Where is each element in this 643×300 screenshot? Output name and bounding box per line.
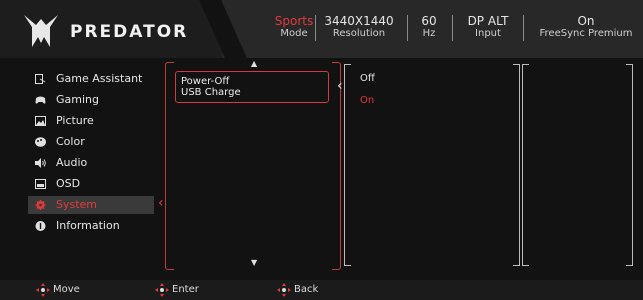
menu-item-label: Color	[56, 135, 85, 148]
menu-item-label: Audio	[56, 156, 88, 169]
status-freesync: On FreeSync Premium	[530, 14, 642, 40]
menu-item-label: OSD	[56, 177, 81, 190]
status-input-label: Input	[475, 28, 501, 39]
menu-item-gaming[interactable]: Gaming	[28, 91, 154, 109]
dpad-icon	[277, 283, 291, 297]
game-assistant-icon	[35, 74, 46, 84]
info-icon	[35, 221, 46, 231]
menu-item-audio[interactable]: Audio	[28, 154, 154, 172]
status-mode-label: Mode	[280, 28, 308, 39]
brand-name: PREDATOR	[70, 22, 189, 42]
menu-item-picture[interactable]: Picture	[28, 112, 154, 130]
menu-item-information[interactable]: Information	[28, 217, 154, 235]
gamepad-icon	[35, 96, 46, 104]
dpad-icon	[155, 283, 169, 297]
palette-icon	[35, 137, 46, 147]
menu-item-system[interactable]: System	[28, 196, 154, 214]
footer-label: Enter	[172, 284, 199, 295]
detail-bracket-right	[626, 64, 633, 266]
status-refresh-value: 60	[421, 14, 437, 28]
submenu-bracket-left	[165, 62, 174, 270]
options-bracket-left	[344, 64, 351, 266]
menu-item-color[interactable]: Color	[28, 133, 154, 151]
submenu-label-line1: Power-Off	[181, 76, 230, 87]
status-freesync-value: On	[577, 14, 595, 28]
osd-icon	[35, 179, 46, 189]
status-divider	[523, 15, 524, 41]
menu-item-game-assistant[interactable]: Game Assistant	[28, 70, 154, 88]
menu-item-label: Game Assistant	[56, 72, 143, 85]
status-refresh-label: Hz	[422, 28, 436, 39]
status-mode-value: Sports	[274, 14, 314, 28]
status-divider	[452, 15, 453, 41]
scroll-up-arrow-icon[interactable]: ▲	[251, 59, 257, 68]
status-resolution: 3440X1440 Resolution	[318, 14, 400, 40]
status-resolution-value: 3440X1440	[324, 14, 394, 28]
options-bracket-right	[513, 64, 520, 266]
submenu-chevron-icon: ‹	[337, 78, 343, 94]
dpad-icon	[36, 283, 50, 297]
status-refresh: 60 Hz	[414, 14, 444, 40]
menu-item-osd[interactable]: OSD	[28, 175, 154, 193]
detail-bracket-left	[522, 64, 529, 266]
status-divider	[315, 15, 316, 41]
footer-label: Move	[53, 284, 80, 295]
submenu-label-line2: USB Charge	[181, 87, 241, 98]
option-off[interactable]: Off	[360, 73, 375, 84]
footer-bar	[0, 280, 643, 300]
menu-selection-chevron-icon: ‹	[158, 195, 164, 211]
footer-label: Back	[294, 284, 319, 295]
option-on[interactable]: On	[360, 95, 374, 106]
status-resolution-label: Resolution	[332, 28, 386, 39]
menu-item-label: Gaming	[56, 93, 99, 106]
speaker-icon	[35, 158, 46, 168]
status-input-value: DP ALT	[467, 14, 509, 28]
picture-icon	[35, 116, 46, 126]
menu-item-label: System	[56, 198, 98, 211]
status-freesync-label: FreeSync Premium	[539, 28, 633, 39]
gear-icon	[35, 200, 46, 210]
menu-item-label: Picture	[56, 114, 94, 127]
status-input: DP ALT Input	[458, 14, 518, 40]
scroll-down-arrow-icon[interactable]: ▼	[251, 258, 257, 267]
predator-logo-icon	[24, 15, 58, 47]
status-mode: Sports Mode	[270, 14, 318, 40]
status-divider	[407, 15, 408, 41]
menu-item-label: Information	[56, 219, 120, 232]
